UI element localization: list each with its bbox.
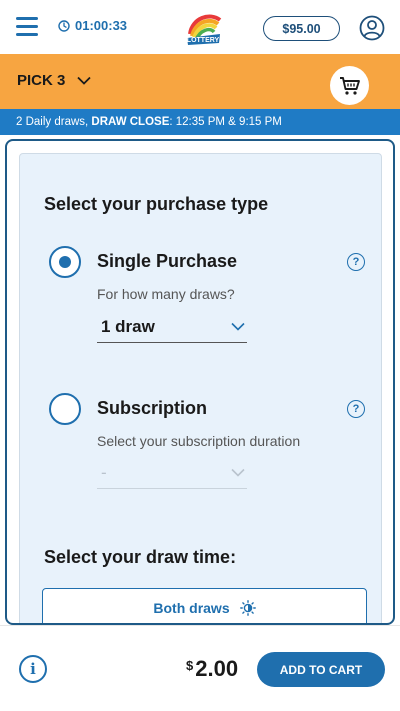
- cart-icon: [339, 76, 360, 95]
- draws-prompt: For how many draws?: [97, 286, 235, 302]
- draw-time-title: Select your draw time:: [44, 547, 237, 567]
- draw-info-bar: 2 Daily draws, DRAW CLOSE: 12:35 PM & 9:…: [0, 109, 400, 135]
- balance-button[interactable]: $95.00: [263, 16, 340, 41]
- single-purchase-help-icon[interactable]: ?: [347, 253, 365, 271]
- game-title: PICK 3: [17, 72, 66, 89]
- timer-value: 01:00:33: [75, 18, 128, 33]
- draws-select-value: 1 draw: [101, 316, 155, 336]
- subscription-select-value: -: [101, 462, 107, 482]
- draw-close-times: : 12:35 PM & 9:15 PM: [169, 116, 282, 128]
- purchase-footer: i $ 2.00 ADD TO CART: [0, 625, 400, 711]
- subscription-label: Subscription: [97, 398, 208, 418]
- account-icon[interactable]: [359, 15, 385, 41]
- menu-icon[interactable]: [16, 16, 38, 36]
- both-draws-label: Both draws: [153, 600, 230, 616]
- total-price: $ 2.00: [186, 656, 238, 682]
- clock-icon: [58, 19, 70, 32]
- chevron-down-icon: [77, 76, 91, 85]
- draw-close-label: DRAW CLOSE: [91, 116, 170, 128]
- cart-button[interactable]: [330, 66, 369, 105]
- chevron-down-icon: [231, 322, 245, 331]
- purchase-type-title: Select your purchase type: [44, 194, 269, 214]
- draw-count: 2 Daily draws,: [16, 116, 89, 128]
- price-amount: 2.00: [195, 656, 239, 681]
- game-selector[interactable]: PICK 3: [17, 72, 91, 89]
- subscription-prompt: Select your subscription duration: [97, 433, 301, 449]
- single-purchase-label: Single Purchase: [97, 251, 238, 271]
- single-purchase-radio[interactable]: [49, 246, 81, 278]
- session-timer: 01:00:33: [58, 18, 127, 33]
- purchase-panel: Select your purchase type Single Purchas…: [5, 139, 395, 625]
- subscription-help-icon[interactable]: ?: [347, 400, 365, 418]
- purchase-card: Select your purchase type Single Purchas…: [19, 153, 382, 623]
- info-icon[interactable]: i: [19, 655, 47, 683]
- subscription-select[interactable]: -: [97, 457, 247, 489]
- price-currency: $: [186, 658, 194, 673]
- both-draws-button[interactable]: Both draws: [42, 588, 367, 623]
- lottery-logo[interactable]: LOTTERY: [180, 8, 226, 48]
- subscription-radio[interactable]: [49, 393, 81, 425]
- chevron-down-icon: [231, 468, 245, 477]
- app-header: 01:00:33 LOTTERY $95.00: [0, 0, 400, 54]
- logo-text: LOTTERY: [187, 37, 220, 44]
- sun-moon-icon: [239, 600, 256, 616]
- draws-select[interactable]: 1 draw: [97, 311, 247, 343]
- add-to-cart-button[interactable]: ADD TO CART: [257, 652, 385, 687]
